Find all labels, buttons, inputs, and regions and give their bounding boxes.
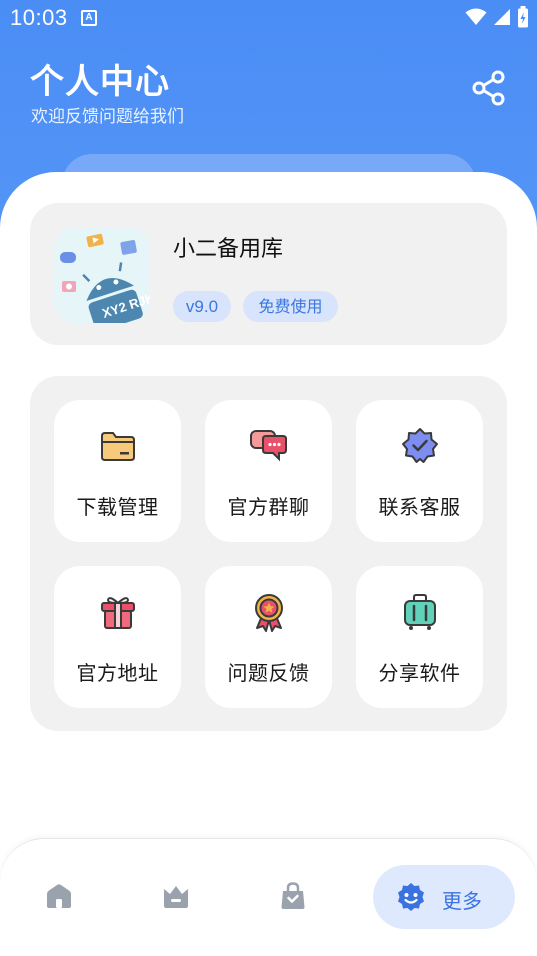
shopping-bag-icon xyxy=(281,882,305,909)
nav-item-crown[interactable] xyxy=(161,881,191,911)
nav-item-home[interactable] xyxy=(44,881,74,911)
wifi-icon xyxy=(465,8,487,25)
app-root: 10:03 A 个人中心 欢迎反馈问题给我们 XY2 RJK 小二备用库 v9.… xyxy=(0,0,537,956)
nav-item-more[interactable]: 更多 xyxy=(373,865,515,929)
accessibility-indicator-icon: A xyxy=(81,10,97,26)
suitcase-icon xyxy=(400,592,440,632)
android-robot-icon: XY2 RJK xyxy=(54,227,150,323)
status-time: 10:03 xyxy=(10,5,68,30)
folder-icon xyxy=(98,426,138,466)
menu-item-label: 分享软件 xyxy=(378,661,461,685)
menu-item-share-app[interactable]: 分享软件 xyxy=(356,566,483,708)
signal-icon xyxy=(494,9,510,25)
verified-badge-icon xyxy=(400,426,440,466)
bottom-navigation: 更多 xyxy=(0,838,537,956)
menu-item-customer-service[interactable]: 联系客服 xyxy=(356,400,483,542)
crown-icon xyxy=(164,886,188,908)
medal-icon xyxy=(249,592,289,632)
menu-item-download-manager[interactable]: 下载管理 xyxy=(54,400,181,542)
home-icon xyxy=(47,884,71,908)
nav-item-shop[interactable] xyxy=(278,881,308,911)
chat-bubbles-icon xyxy=(249,426,289,466)
menu-item-feedback[interactable]: 问题反馈 xyxy=(205,566,332,708)
app-name: 小二备用库 xyxy=(173,237,284,262)
menu-grid: 下载管理 官方群聊 联系客服 官方地址 问题反馈 分享软件 xyxy=(30,376,507,731)
menu-item-label: 官方地址 xyxy=(76,661,159,685)
menu-item-official-address[interactable]: 官方地址 xyxy=(54,566,181,708)
license-badge: 免费使用 xyxy=(243,291,338,322)
version-badge: v9.0 xyxy=(173,291,231,322)
battery-icon xyxy=(518,6,528,28)
nav-item-label: 更多 xyxy=(442,889,482,913)
menu-item-label: 问题反馈 xyxy=(227,661,310,685)
menu-item-label: 联系客服 xyxy=(378,495,461,519)
app-logo: XY2 RJK xyxy=(54,227,150,323)
page-subtitle: 欢迎反馈问题给我们 xyxy=(31,107,184,127)
menu-item-label: 下载管理 xyxy=(76,495,159,519)
share-button[interactable] xyxy=(470,68,508,108)
app-info-card: XY2 RJK 小二备用库 v9.0 免费使用 xyxy=(30,203,507,345)
settings-face-icon xyxy=(398,883,424,911)
menu-item-official-group[interactable]: 官方群聊 xyxy=(205,400,332,542)
gift-icon xyxy=(98,592,138,632)
share-icon xyxy=(472,70,505,106)
page-title: 个人中心 xyxy=(30,62,170,102)
status-bar: 10:03 A xyxy=(0,0,537,36)
status-icons xyxy=(465,6,529,28)
menu-item-label: 官方群聊 xyxy=(227,495,310,519)
